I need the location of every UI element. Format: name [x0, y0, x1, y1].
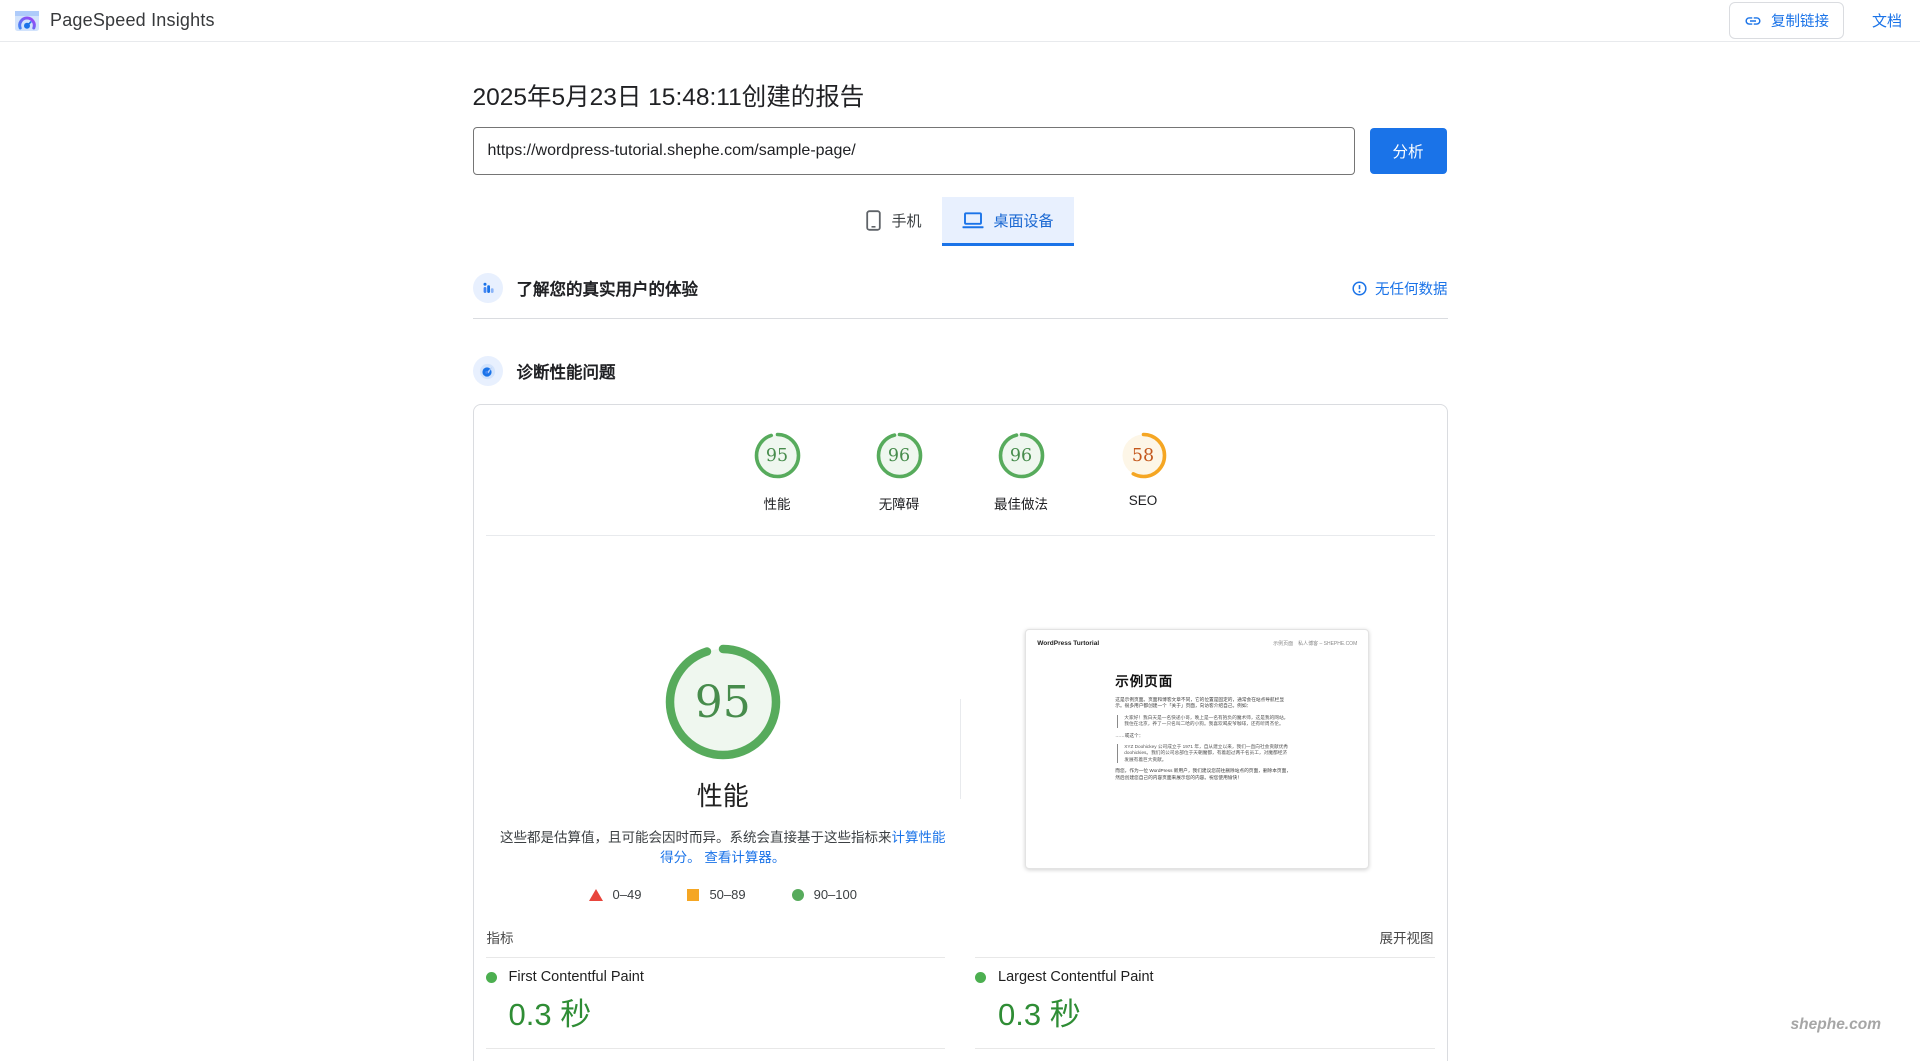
docs-link[interactable]: 文档 [1872, 10, 1902, 31]
best-practices-score-value: 96 [1009, 445, 1033, 466]
copy-link-label: 复制链接 [1770, 14, 1829, 30]
legend-average: 50–89 [687, 887, 746, 902]
metrics-label: 指标 [486, 931, 514, 946]
device-tabs: 手机 桌面设备 [473, 197, 1448, 246]
screenshot-column: WordPress Turtorial 示例页面 私人博客 – SHEPHE.C… [960, 536, 1435, 902]
good-range-label: 90–100 [813, 887, 857, 902]
url-input[interactable] [472, 127, 1355, 175]
header-actions: 复制链接 文档 [1728, 2, 1902, 39]
field-data-section-title: 了解您的真实用户的体验 [516, 281, 699, 299]
good-range-marker-icon [791, 888, 804, 901]
performance-score-gauge: 95 [753, 431, 802, 480]
diagnose-performance-icon [472, 356, 503, 386]
tab-mobile-label: 手机 [891, 212, 922, 230]
poor-range-marker-icon [588, 888, 603, 901]
brand[interactable]: PageSpeed Insights [14, 9, 215, 33]
thumb-blockquote: XYZ Doohickey 公司成立于 1971 年，自从建立以来，我们一直向社… [1117, 744, 1291, 764]
metric-name: Largest Contentful Paint [998, 969, 1154, 985]
poor-range-label: 0–49 [612, 887, 642, 902]
tab-mobile[interactable]: 手机 [846, 197, 941, 243]
real-user-experience-icon [472, 273, 503, 303]
phone-icon [866, 209, 882, 231]
performance-big-gauge: 95 [665, 644, 781, 760]
accessibility-score-label: 无障碍 [878, 497, 920, 512]
link-icon [1745, 16, 1761, 25]
thumb-paragraph: ……或这个： [1115, 732, 1144, 738]
report-title: 2025年5月23日 15:48:11创建的报告 [472, 84, 865, 111]
analyze-button[interactable]: 分析 [1369, 128, 1447, 174]
thumb-page-title: 示例页面 [1115, 674, 1174, 689]
thumb-page-body: 示例页面 这是示例页面。页面和博客文章不同，它的位置是固定的，通常会在站点导航栏… [1115, 670, 1291, 781]
no-data-label: 无任何数据 [1375, 281, 1448, 298]
category-seo[interactable]: 58 SEO [1082, 431, 1204, 513]
performance-score-label: 性能 [763, 497, 791, 512]
metric-value: 0.3 秒 [998, 997, 1081, 1032]
lab-report-card: 95 性能 96 无障碍 96 最佳做法 58 SEO 95 性能 这些都是估算… [472, 404, 1448, 1061]
thumb-paragraph: 而您，作为一位 WordPress 新用户，我们建议您前往删除站点的页面，删除本… [1115, 768, 1291, 780]
performance-score-value: 95 [765, 445, 789, 466]
pagespeed-logo-icon [15, 10, 39, 31]
thumb-site-header: WordPress Turtorial 示例页面 私人博客 – SHEPHE.C… [1026, 630, 1368, 647]
thumb-site-name: WordPress Turtorial [1037, 640, 1100, 647]
tab-desktop-label: 桌面设备 [993, 212, 1054, 230]
app-header: PageSpeed Insights 复制链接 文档 [0, 0, 1920, 42]
score-legend: 0–49 50–89 90–100 [588, 887, 857, 902]
accessibility-score-gauge: 96 [875, 431, 924, 480]
best-practices-score-gauge: 96 [997, 431, 1046, 480]
expand-view-link[interactable]: 展开视图 [1380, 927, 1434, 947]
seo-score-value: 58 [1131, 445, 1155, 466]
no-data-link[interactable]: 无任何数据 [1352, 278, 1448, 299]
gauge-description-text: 这些都是估算值，且可能会因时而异。系统会直接基于这些指标来 [500, 830, 892, 845]
metric-value: 0.3 秒 [508, 997, 592, 1032]
info-icon [1352, 280, 1367, 296]
metrics-header: 指标 展开视图 [486, 927, 1435, 947]
metric-largest-contentful-paint[interactable]: Largest Contentful Paint 0.3 秒 [975, 957, 1435, 1034]
seo-score-label: SEO [1128, 493, 1158, 508]
page-screenshot-thumbnail[interactable]: WordPress Turtorial 示例页面 私人博客 – SHEPHE.C… [1025, 629, 1370, 869]
category-scores-row: 95 性能 96 无障碍 96 最佳做法 58 SEO [486, 431, 1435, 513]
desktop-icon [962, 211, 983, 228]
seo-score-gauge: 58 [1119, 431, 1168, 480]
average-range-label: 50–89 [709, 887, 746, 902]
performance-gauge-column: 95 性能 这些都是估算值，且可能会因时而异。系统会直接基于这些指标来计算性能得… [486, 536, 961, 902]
big-gauge-score-value: 95 [694, 676, 751, 728]
gauge-and-screenshot: 95 性能 这些都是估算值，且可能会因时而异。系统会直接基于这些指标来计算性能得… [486, 536, 1435, 902]
best-practices-score-label: 最佳做法 [994, 497, 1048, 512]
category-performance[interactable]: 95 性能 [716, 431, 838, 513]
view-calculator-link[interactable]: 查看计算器。 [704, 850, 785, 865]
thumb-blockquote: 大家好！我白天是一名快递小哥，晚上是一名有抱负的魔术师，这是我的网站。我住在北京… [1117, 714, 1291, 728]
metric-total-blocking-time[interactable]: Total Blocking Time 0 毫秒 [485, 1048, 945, 1061]
thumb-site-meta: 示例页面 私人博客 – SHEPHE.COM [1273, 641, 1358, 647]
good-metric-dot-icon [485, 971, 497, 983]
accessibility-score-value: 96 [887, 445, 911, 466]
diagnostics-section-title: 诊断性能问题 [516, 364, 616, 382]
gauge-description: 这些都是估算值，且可能会因时而异。系统会直接基于这些指标来计算性能得分。 查看计… [497, 828, 949, 868]
thumb-paragraph: 这是示例页面。页面和博客文章不同，它的位置是固定的，通常会在站点导航栏显示。很多… [1115, 697, 1285, 709]
field-data-section-header: 了解您的真实用户的体验 无任何数据 [472, 273, 1448, 303]
metric-first-contentful-paint[interactable]: First Contentful Paint 0.3 秒 [485, 957, 945, 1034]
section-divider [472, 318, 1448, 319]
metrics-grid: First Contentful Paint 0.3 秒 Largest Con… [485, 957, 1435, 1061]
tab-desktop[interactable]: 桌面设备 [941, 197, 1074, 246]
app-title: PageSpeed Insights [50, 10, 215, 30]
metric-cumulative-layout-shift[interactable]: Cumulative Layout Shift 0 [975, 1048, 1435, 1061]
url-row: 分析 [472, 127, 1448, 175]
site-watermark: shephe.com [1790, 1016, 1881, 1033]
big-gauge-label: 性能 [696, 781, 749, 811]
copy-link-button[interactable]: 复制链接 [1728, 2, 1844, 39]
legend-poor: 0–49 [588, 887, 642, 902]
average-range-marker-icon [687, 888, 700, 901]
good-metric-dot-icon [975, 971, 986, 983]
main-content: 2025年5月23日 15:48:11创建的报告 分析 手机 桌面设备 [472, 78, 1448, 1061]
diagnostics-section-header: 诊断性能问题 [472, 356, 1448, 386]
column-separator [960, 699, 961, 799]
category-accessibility[interactable]: 96 无障碍 [838, 431, 960, 513]
legend-good: 90–100 [791, 887, 857, 902]
metric-name: First Contentful Paint [508, 969, 644, 985]
category-best-practices[interactable]: 96 最佳做法 [960, 431, 1082, 513]
